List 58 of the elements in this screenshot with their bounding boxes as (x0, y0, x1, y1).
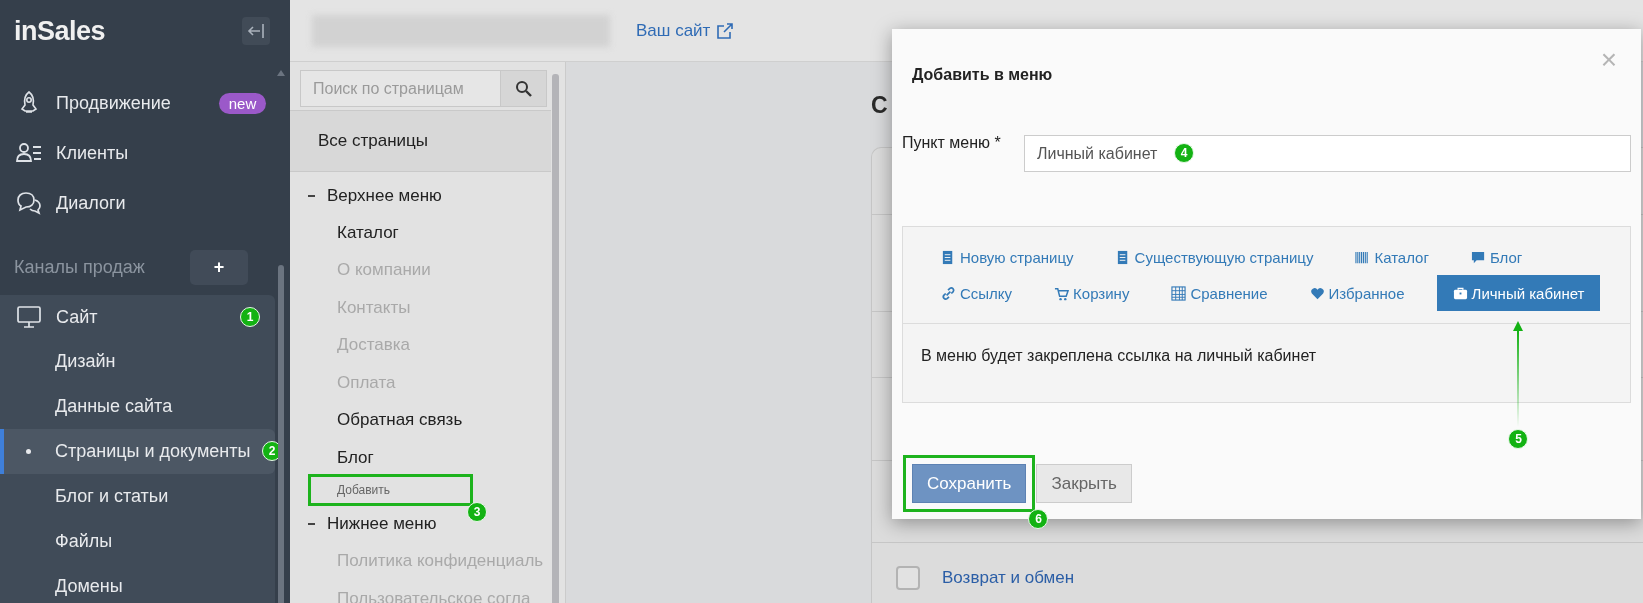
account-icon (1452, 285, 1468, 301)
menu-type-tab[interactable]: Ссылку (931, 275, 1023, 311)
menu-type-tab[interactable]: Корзину (1044, 275, 1140, 311)
new-badge: new (218, 92, 267, 114)
arrow-bar-icon (247, 23, 265, 39)
scrollbar[interactable] (552, 74, 559, 603)
save-button[interactable]: Сохранить (912, 464, 1027, 503)
search-field[interactable]: Поиск по страницам (300, 70, 501, 107)
menu-type-tab[interactable]: Каталог (1345, 239, 1439, 275)
minus-icon[interactable] (308, 194, 315, 197)
menu-type-tab[interactable]: Избранное (1299, 275, 1415, 311)
search-button[interactable] (501, 70, 547, 107)
site-link[interactable]: Ваш сайт (636, 20, 735, 41)
add-link[interactable]: Добавить (308, 473, 473, 506)
number-badge: 5 (1508, 429, 1529, 449)
menu-type-tab[interactable]: Сравнение (1161, 275, 1278, 311)
search-icon (514, 79, 533, 98)
dialog-title: Добавить в меню (912, 65, 1053, 85)
link-icon (941, 285, 956, 301)
checkbox[interactable] (896, 566, 920, 590)
nav-item[interactable]: Клиенты (0, 128, 290, 178)
menu-type-tab[interactable]: Личный кабинет (1436, 275, 1601, 311)
sidebar-subitem[interactable]: Домены (0, 564, 275, 603)
all-pages-item[interactable]: Все страницы (290, 110, 551, 172)
menu-group[interactable]: Верхнее меню (290, 177, 442, 214)
menu-page-item[interactable]: Обратная связь (290, 401, 565, 439)
number-badge: 1 (240, 307, 260, 327)
description: В меню будет закреплена ссылка на личный кабинет (921, 347, 1317, 364)
favorites-icon (1309, 285, 1325, 301)
menu-type-tab[interactable]: Новую страницу (931, 239, 1084, 275)
scrollbar[interactable] (278, 265, 284, 603)
external-link-icon (716, 21, 735, 40)
close-dialog-button[interactable]: Закрыть (1036, 464, 1132, 503)
add-channel-button[interactable]: + (190, 250, 248, 285)
page-heading: С (871, 92, 889, 120)
nav-item[interactable]: Продвижение new (0, 78, 290, 128)
chat-icon (16, 190, 42, 216)
page-link[interactable]: Возврат и обмен (942, 568, 1075, 588)
site-item[interactable]: Сайт (0, 295, 216, 339)
nav-item[interactable]: Диалоги (0, 178, 290, 228)
sidebar-subitem[interactable]: Блог и статьи (0, 474, 275, 519)
logo[interactable]: inSales (14, 15, 106, 47)
cart-icon (1054, 285, 1070, 301)
menu-group[interactable]: Нижнее меню (290, 505, 437, 543)
blog-icon (1470, 249, 1486, 265)
sidebar-subitem[interactable]: Дизайн (0, 339, 275, 384)
field-label: Пункт меню * (902, 133, 1002, 153)
sidebar-subitem[interactable]: Данные сайта (0, 384, 275, 429)
menu-type-tab[interactable]: Существующую страницу (1105, 239, 1324, 275)
number-badge: 3 (467, 501, 487, 522)
sidebar-subitem[interactable]: Файлы (0, 519, 275, 564)
compare-icon (1171, 285, 1187, 301)
menu-type-tab[interactable]: Блог (1460, 239, 1533, 275)
catalog-icon (1355, 249, 1371, 265)
monitor-icon (16, 304, 42, 330)
section-title: Каналы продаж (14, 257, 145, 278)
collapse-button[interactable] (242, 17, 270, 45)
menu-page-item[interactable]: Каталог (290, 214, 565, 252)
